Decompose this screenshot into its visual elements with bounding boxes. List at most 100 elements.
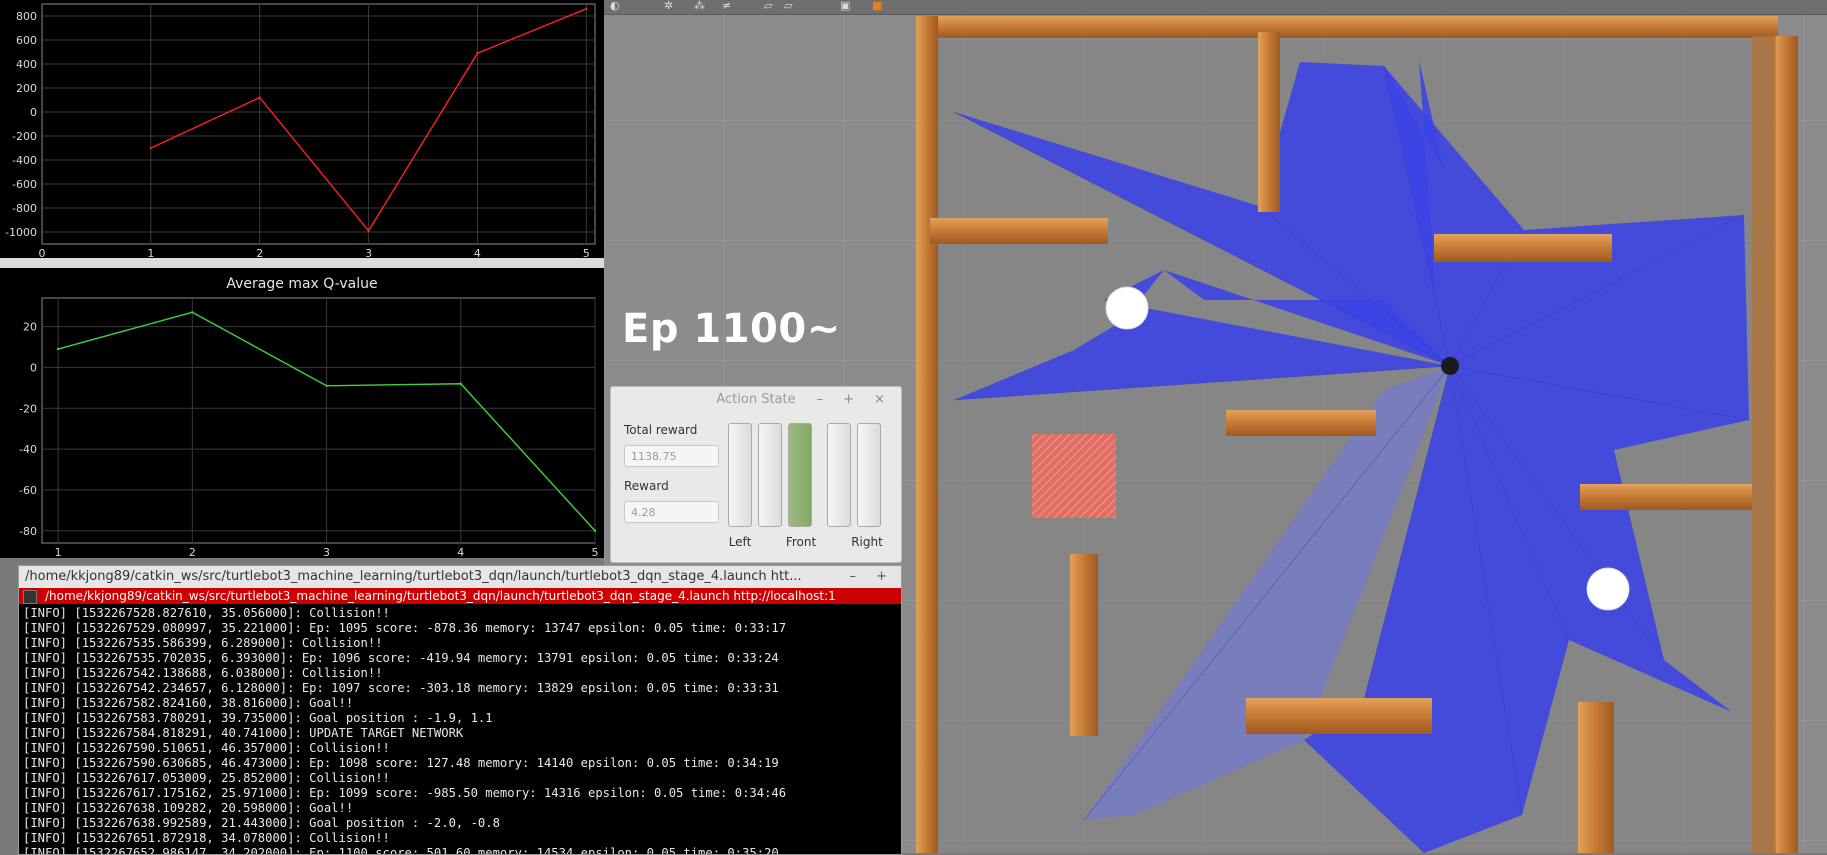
data-point [258, 96, 261, 99]
wall-inner-8 [1578, 702, 1614, 853]
wall-inner-7 [1246, 698, 1432, 734]
x-tick-label: 2 [256, 247, 263, 258]
terminal-output[interactable]: [INFO] [1532267528.827610, 35.056000]: C… [23, 606, 787, 855]
log-line: [INFO] [1532267583.780291, 39.735000]: G… [23, 711, 493, 725]
wall-east [1774, 36, 1798, 853]
toolbar-lines-icon[interactable]: ≠ [722, 0, 731, 12]
obstacle-ball-1 [1105, 286, 1149, 330]
wall-east-inner [1752, 36, 1776, 853]
action-bar-3-fill [789, 424, 811, 526]
data-point [191, 311, 194, 314]
terminal-icon [23, 590, 37, 604]
action-label-front: Front [785, 535, 817, 549]
plot-divider [0, 258, 604, 268]
y-tick-label: -600 [12, 178, 37, 191]
toolbar-copy-icon[interactable]: ▱ [764, 0, 772, 12]
obstacle-ball-2 [1586, 567, 1630, 611]
log-line: [INFO] [1532267535.702035, 6.393000]: Ep… [23, 651, 779, 665]
y-tick-label: -20 [19, 402, 37, 415]
action-state-title: Action State [716, 392, 796, 407]
data-point [593, 529, 597, 532]
y-tick-label: -200 [12, 130, 37, 143]
wall-north [916, 16, 1778, 38]
y-tick-label: -40 [19, 443, 37, 456]
action-label-left: Left [728, 535, 752, 549]
reward-label: Reward [624, 479, 669, 493]
x-tick-label: 1 [147, 247, 154, 258]
action-state-window-buttons[interactable]: – + × [816, 387, 893, 413]
y-tick-label: 800 [16, 10, 37, 23]
total-reward-label: Total reward [624, 423, 698, 437]
reward-field[interactable]: 4.28 [624, 501, 719, 523]
log-line: [INFO] [1532267651.872918, 34.078000]: C… [23, 831, 390, 845]
q-value-plot[interactable]: Average max Q-value 20 0 -20 -40 -60 -80 1 2 3 4 5 [0, 268, 604, 558]
action-bar-1 [728, 423, 752, 527]
toolbar-record-icon[interactable]: ■ [872, 0, 882, 12]
action-bar-2 [758, 423, 782, 527]
terminal-tab[interactable]: /home/kkjong89/catkin_ws/src/turtlebot3_… [19, 588, 901, 604]
log-line: [INFO] [1532267638.109282, 20.598000]: G… [23, 801, 354, 815]
episode-label: Ep 1100~ [622, 306, 841, 352]
y-tick-label: -60 [19, 484, 37, 497]
wall-inner-4 [1226, 410, 1376, 436]
action-state-titlebar[interactable]: Action State – + × [611, 387, 901, 413]
total-reward-field[interactable]: 1138.75 [624, 445, 719, 467]
x-tick-label: 5 [592, 546, 599, 558]
data-point [476, 52, 479, 55]
y-tick-label: -400 [12, 154, 37, 167]
x-tick-label: 3 [365, 247, 372, 258]
action-bar-3 [788, 423, 812, 527]
wall-inner-2 [930, 218, 1108, 244]
score-chart: 8006004002000-200-400-600-800-10000 1 2 3 4 5 [5, 3, 596, 258]
terminal-titlebar[interactable]: /home/kkjong89/catkin_ws/src/turtlebot3_… [19, 566, 901, 588]
score-plot[interactable]: 800 600 400 200 0 -200 -400 -600 -800 -1000 0 1 2 3 4 5 [0, 0, 604, 261]
log-line: [INFO] [1532267582.824160, 38.816000]: G… [23, 696, 354, 710]
log-line: [INFO] [1532267528.827610, 35.056000]: C… [23, 606, 390, 620]
wall-inner-3 [1434, 234, 1612, 262]
y-tick-label: 600 [16, 34, 37, 47]
log-line: [INFO] [1532267590.510651, 46.357000]: C… [23, 741, 390, 755]
terminal-window[interactable]: /home/kkjong89/catkin_ws/src/turtlebot3_… [18, 565, 902, 855]
toolbar-sun-icon[interactable]: ✲ [664, 0, 673, 12]
log-line: [INFO] [1532267529.080997, 35.221000]: E… [23, 621, 787, 635]
goal-marker [1032, 434, 1116, 518]
x-tick-label: 4 [457, 546, 464, 558]
plot-frame [41, 297, 596, 544]
data-point [149, 146, 153, 150]
log-line: [INFO] [1532267638.992589, 21.443000]: G… [23, 816, 500, 830]
y-tick-label: -1000 [5, 226, 37, 239]
y-tick-label: -800 [12, 202, 37, 215]
data-point [585, 7, 588, 10]
wall-inner-5 [1580, 484, 1752, 510]
toolbar-light-icon[interactable]: ⁂ [694, 0, 705, 12]
log-line: [INFO] [1532267617.175162, 25.971000]: E… [23, 786, 787, 800]
data-point [325, 384, 328, 387]
y-tick-label: 400 [16, 58, 37, 71]
data-point [459, 382, 462, 385]
log-line: [INFO] [1532267617.053009, 25.852000]: C… [23, 771, 390, 785]
log-line: [INFO] [1532267535.586399, 6.289000]: Co… [23, 636, 383, 650]
action-state-window[interactable]: Action State – + × Total reward 1138.75 … [610, 386, 902, 563]
action-bar-5 [857, 423, 881, 527]
action-label-right: Right [851, 535, 883, 549]
log-line: [INFO] [1532267590.630685, 46.473000]: E… [23, 756, 779, 770]
toolbar-paste-icon[interactable]: ▱ [784, 0, 792, 12]
wall-west [916, 16, 938, 853]
log-line: [INFO] [1532267652.986147, 34.202000]: E… [23, 846, 779, 855]
x-tick-label: 5 [583, 247, 590, 258]
action-bar-4 [827, 423, 851, 527]
terminal-window-buttons[interactable]: – + × [841, 566, 901, 606]
log-line: [INFO] [1532267542.234657, 6.128000]: Ep… [23, 681, 779, 695]
data-point [56, 347, 60, 351]
wall-inner-1 [1258, 32, 1280, 212]
log-line: [INFO] [1532267542.138688, 6.038000]: Co… [23, 666, 383, 680]
y-tick-label: 0 [30, 361, 37, 374]
log-line: [INFO] [1532267584.818291, 40.741000]: U… [23, 726, 464, 740]
q-value-chart: 20 0 -20 -40 -60 -80 1 2 3 4 5 [19, 297, 599, 558]
toolbar-screenshot-icon[interactable]: ▣ [840, 0, 850, 12]
toolbar-arrow-icon[interactable]: ◐ [610, 0, 620, 12]
turtlebot-robot [1441, 357, 1459, 375]
y-tick-label: 200 [16, 82, 37, 95]
y-tick-label: 20 [23, 321, 37, 334]
x-tick-label: 0 [39, 247, 46, 258]
